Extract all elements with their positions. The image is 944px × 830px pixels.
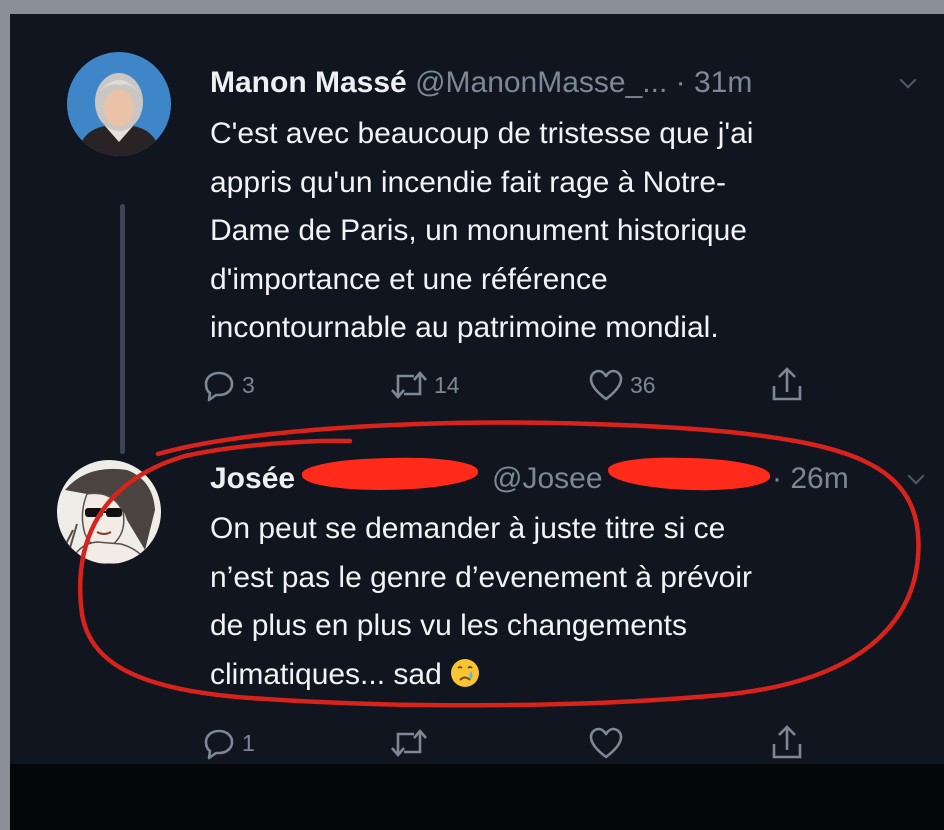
like-icon xyxy=(589,369,623,401)
reply-icon xyxy=(204,371,234,402)
handle-and-time[interactable]: @ManonMasse_... · 31m xyxy=(415,66,752,99)
tweet-text-line: d'importance et une référence xyxy=(210,262,608,296)
share-icon xyxy=(772,725,802,759)
tweet-text: On peut se demander à juste titre si ce … xyxy=(210,505,752,699)
tweet-text-line: climatiques... sad xyxy=(210,651,752,700)
handle[interactable]: @Josee xyxy=(492,462,603,495)
avatar-josee[interactable] xyxy=(57,460,161,564)
tweet-header: Manon Massé @ManonMasse_... · 31m xyxy=(210,64,752,102)
tweet-text-line: C'est avec beaucoup de tristesse que j'a… xyxy=(210,117,754,150)
like-count: 36 xyxy=(630,371,656,398)
tweet-text: C'est avec beaucoup de tristesse que j'a… xyxy=(210,110,753,353)
retweet-count: 14 xyxy=(434,371,460,398)
chevron-down-icon[interactable] xyxy=(907,467,925,485)
reply-button[interactable]: 3 xyxy=(202,368,255,402)
chevron-down-icon[interactable] xyxy=(899,71,917,89)
tweet-text-line: n’est pas le genre d’evenement à prévoir xyxy=(210,560,752,594)
timestamp-text: · 26m xyxy=(772,460,849,498)
like-icon xyxy=(589,727,623,759)
reply-count: 3 xyxy=(242,371,255,398)
tweet-text-line: On peut se demander à juste titre si ce xyxy=(210,512,726,545)
tweet-text-line-content: climatiques... sad xyxy=(210,657,442,691)
tweet-thread: Manon Massé @ManonMasse_... · 31m C'est … xyxy=(10,14,944,764)
share-button[interactable] xyxy=(770,724,804,762)
tweet-text-line: de plus en plus vu les changements xyxy=(210,609,687,642)
redaction-mark xyxy=(607,456,771,492)
like-button[interactable] xyxy=(588,726,624,760)
avatar-manon-masse[interactable] xyxy=(67,52,171,156)
reply-button[interactable]: 1 xyxy=(202,726,255,760)
tweet-text-line: incontournable au patrimoine mondial. xyxy=(210,311,719,344)
reply-count: 1 xyxy=(242,729,255,756)
retweet-button[interactable]: 14 xyxy=(390,368,460,402)
bottom-bar xyxy=(10,764,944,830)
tweet-header: Josée xyxy=(210,460,295,498)
screenshot-frame: Manon Massé @ManonMasse_... · 31m C'est … xyxy=(10,14,944,830)
retweet-button[interactable] xyxy=(390,726,428,760)
share-icon xyxy=(772,367,802,401)
retweet-icon xyxy=(391,371,427,399)
timestamp[interactable]: · 26m xyxy=(772,462,849,495)
redaction-mark xyxy=(301,454,479,494)
like-button[interactable]: 36 xyxy=(588,368,656,402)
display-name[interactable]: Josée xyxy=(210,462,295,495)
crying-face-emoji xyxy=(451,658,480,687)
retweet-icon xyxy=(391,729,427,757)
tweet-text-line: appris qu'un incendie fait rage à Notre- xyxy=(210,165,727,199)
tweet-text-line: Dame de Paris, un monument historique xyxy=(210,214,747,247)
reply-icon xyxy=(204,729,234,760)
thread-connector-line xyxy=(120,204,125,454)
display-name[interactable]: Manon Massé xyxy=(210,66,407,99)
handle-text: @Josee xyxy=(492,460,603,498)
share-button[interactable] xyxy=(770,366,804,404)
